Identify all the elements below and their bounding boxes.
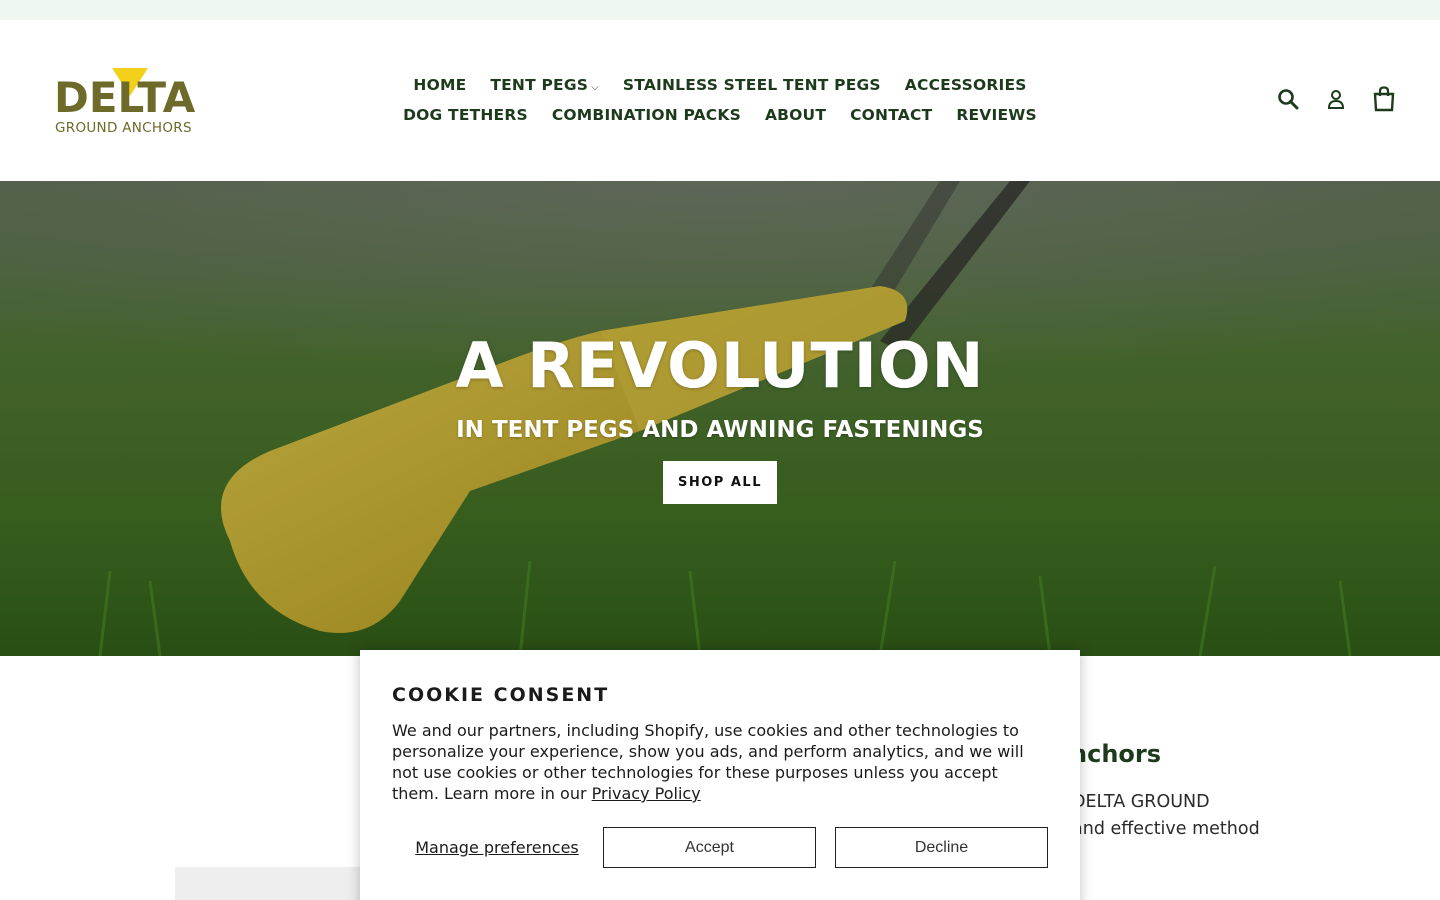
nav-item-about[interactable]: ABOUT: [765, 106, 826, 124]
announcement-bar: [0, 0, 1440, 20]
shop-all-button[interactable]: SHOP ALL: [663, 461, 777, 504]
hero-title: A REVOLUTION: [455, 329, 985, 402]
nav-item-stainless-steel-tent-pegs[interactable]: STAINLESS STEEL TENT PEGS: [623, 76, 881, 94]
site-header: DELTA GROUND ANCHORS HOME TENT PEGS ⌵ STAIN…: [0, 20, 1440, 181]
section-text-line-2: and effective method: [1072, 819, 1260, 839]
search-icon[interactable]: [1276, 86, 1300, 112]
hero-subtitle: IN TENT PEGS AND AWNING FASTENINGS: [456, 417, 984, 443]
chevron-down-icon: ⌵: [591, 82, 599, 93]
cookie-consent-dialog: COOKIE CONSENT We and our partners, incl…: [360, 650, 1080, 900]
nav-row-primary: HOME TENT PEGS ⌵ STAINLESS STEEL TENT PEGS A…: [380, 70, 1060, 100]
nav-item-dog-tethers[interactable]: DOG TETHERS: [403, 106, 528, 124]
cookie-consent-title: COOKIE CONSENT: [392, 684, 610, 706]
nav-item-reviews[interactable]: REVIEWS: [956, 106, 1037, 124]
nav-item-label: HOME: [413, 76, 467, 94]
cart-icon[interactable]: [1372, 86, 1396, 112]
cookie-actions: Manage preferences Accept Decline: [392, 827, 1048, 868]
nav-item-combination-packs[interactable]: COMBINATION PACKS: [552, 106, 741, 124]
nav-item-label: COMBINATION PACKS: [551, 106, 741, 124]
nav-item-label: STAINLESS STEEL TENT PEGS: [622, 76, 881, 94]
delta-ground-anchors-logo[interactable]: DELTA GROUND ANCHORS: [54, 66, 208, 136]
nav-item-accessories[interactable]: ACCESSORIES: [905, 76, 1027, 94]
nav-row-secondary: DOG TETHERS COMBINATION PACKS ABOUT CONTACT…: [380, 100, 1060, 130]
section-text: DELTA GROUND and effective method: [1072, 789, 1260, 843]
decline-button[interactable]: Decline: [835, 827, 1048, 868]
logo-tagline: GROUND ANCHORS: [55, 120, 192, 136]
nav-item-label: DOG TETHERS: [403, 106, 528, 124]
main-navigation: HOME TENT PEGS ⌵ STAINLESS STEEL TENT PEGS A…: [380, 70, 1060, 130]
manage-preferences-link[interactable]: Manage preferences: [392, 827, 602, 868]
nav-item-label: ACCESSORIES: [904, 76, 1027, 94]
header-icons: [1276, 86, 1396, 112]
featured-image: [175, 867, 360, 900]
nav-item-contact[interactable]: CONTACT: [850, 106, 932, 124]
nav-item-tent-pegs[interactable]: TENT PEGS ⌵: [490, 76, 599, 94]
nav-item-label: CONTACT: [850, 106, 933, 124]
section-text-line-1: DELTA GROUND: [1072, 792, 1210, 812]
cookie-consent-body: We and our partners, including Shopify, …: [392, 720, 1048, 804]
nav-item-home[interactable]: HOME: [413, 76, 466, 94]
account-icon[interactable]: [1324, 86, 1348, 112]
privacy-policy-link[interactable]: Privacy Policy: [592, 784, 701, 803]
logo-wordmark: DELTA: [54, 73, 196, 122]
accept-button[interactable]: Accept: [603, 827, 816, 868]
nav-item-label: ABOUT: [764, 106, 827, 124]
hero-banner: A REVOLUTION IN TENT PEGS AND AWNING FAS…: [0, 181, 1440, 656]
section-heading: nchors: [1070, 740, 1162, 768]
nav-item-label: REVIEWS: [956, 106, 1037, 124]
nav-item-label: TENT PEGS: [490, 76, 589, 94]
cookie-consent-message: We and our partners, including Shopify, …: [392, 721, 1024, 803]
